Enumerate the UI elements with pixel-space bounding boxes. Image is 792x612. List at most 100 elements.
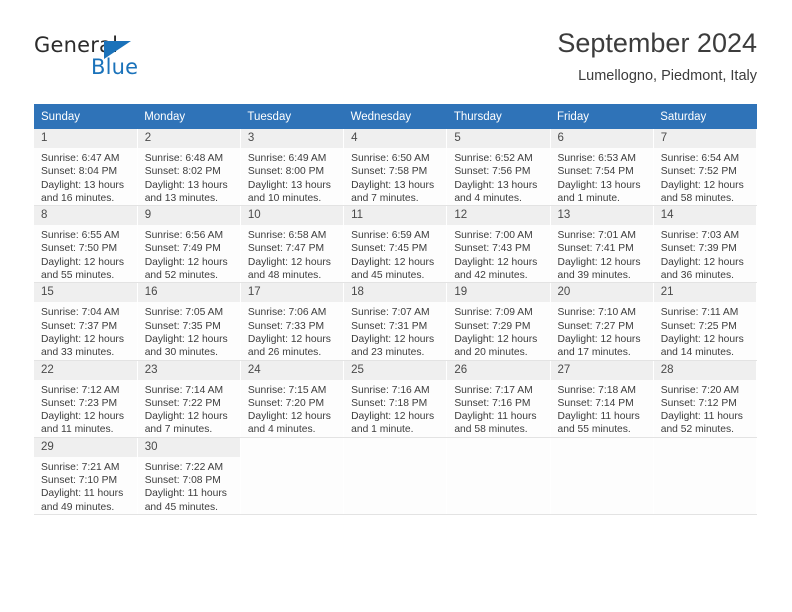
- calendar-day-cell[interactable]: 2 Sunrise: 6:48 AM Sunset: 8:02 PM Daylight…: [137, 129, 241, 207]
- calendar-day-cell[interactable]: 7 Sunrise: 6:54 AM Sunset: 7:52 PM Daylight…: [653, 129, 758, 207]
- day-details: Sunrise: 6:59 AM Sunset: 7:45 PM Daylight:…: [344, 225, 446, 282]
- sunrise-time: Sunrise: 7:10 AM: [557, 307, 636, 319]
- sunset-time: Sunset: 7:47 PM: [247, 243, 325, 255]
- sunrise-time: Sunrise: 7:07 AM: [351, 307, 430, 319]
- day-details: Sunrise: 7:05 AM Sunset: 7:35 PM Daylight:…: [138, 302, 240, 359]
- sunset-time: Sunset: 7:35 PM: [144, 320, 221, 332]
- day-number: 22: [34, 360, 137, 380]
- calendar-day-cell[interactable]: 10 Sunrise: 6:58 AM Sunset: 7:47 PM Dayligh…: [240, 205, 345, 284]
- day-number: 25: [344, 360, 447, 380]
- daylight-duration-line2: and 1 minute.: [557, 192, 620, 204]
- sunrise-time: Sunrise: 6:52 AM: [454, 153, 533, 164]
- day-details: Sunrise: 7:20 AM Sunset: 7:12 PM Daylight:…: [654, 380, 756, 437]
- sunrise-time: Sunrise: 7:14 AM: [144, 384, 224, 396]
- daylight-duration-line1: Daylight: 12 hours: [351, 333, 435, 345]
- sunrise-time: Sunrise: 6:59 AM: [351, 230, 430, 242]
- day-number: [654, 438, 756, 457]
- calendar-day-cell[interactable]: 25 Sunrise: 7:16 AM Sunset: 7:18 PM Dayligh…: [343, 360, 448, 438]
- calendar-week-row: 1 Sunrise: 6:47 AM Sunset: 8:04 PM Daylight…: [34, 129, 758, 207]
- day-details: [241, 457, 343, 461]
- calendar-day-cell[interactable]: 3 Sunrise: 6:49 AM Sunset: 8:00 PM Daylight…: [240, 129, 345, 207]
- calendar-day-cell[interactable]: 6 Sunrise: 6:53 AM Sunset: 7:54 PM Daylight…: [550, 129, 654, 207]
- calendar-day-cell[interactable]: 28 Sunrise: 7:20 AM Sunset: 7:12 PM Dayligh…: [653, 360, 758, 438]
- sunrise-time: Sunrise: 6:47 AM: [41, 153, 120, 164]
- sunrise-time: Sunrise: 7:00 AM: [454, 230, 533, 242]
- calendar-day-cell[interactable]: 20 Sunrise: 7:10 AM Sunset: 7:27 PM Dayligh…: [550, 282, 654, 361]
- weekday-header-sunday: Sunday: [34, 104, 138, 129]
- day-details: [654, 457, 756, 461]
- calendar-day-cell[interactable]: 5 Sunrise: 6:52 AM Sunset: 7:56 PM Daylight…: [446, 129, 551, 207]
- calendar-week-row: 22 Sunrise: 7:12 AM Sunset: 7:23 PM Dayligh…: [34, 360, 758, 438]
- sunset-time: Sunset: 7:37 PM: [41, 320, 118, 332]
- day-number: 15: [34, 283, 137, 303]
- calendar-day-cell[interactable]: 30 Sunrise: 7:22 AM Sunset: 7:08 PM Dayligh…: [137, 437, 241, 515]
- weekday-header-monday: Monday: [137, 104, 241, 129]
- calendar-day-cell[interactable]: 14 Sunrise: 7:03 AM Sunset: 7:39 PM Dayligh…: [653, 205, 758, 284]
- calendar-day-cell[interactable]: 12 Sunrise: 7:00 AM Sunset: 7:43 PM Dayligh…: [446, 205, 551, 284]
- calendar-day-cell[interactable]: 16 Sunrise: 7:05 AM Sunset: 7:35 PM Dayligh…: [137, 282, 241, 361]
- daylight-duration-line1: Daylight: 12 hours: [41, 411, 124, 423]
- sunrise-time: Sunrise: 7:17 AM: [454, 384, 533, 396]
- sunset-time: Sunset: 7:56 PM: [454, 166, 531, 178]
- calendar-day-cell[interactable]: 11 Sunrise: 6:59 AM Sunset: 7:45 PM Dayligh…: [343, 205, 448, 284]
- page-title: September 2024: [557, 28, 757, 58]
- day-number: 23: [137, 360, 240, 380]
- sunrise-time: Sunrise: 6:56 AM: [144, 230, 224, 242]
- calendar-day-cell[interactable]: 19 Sunrise: 7:09 AM Sunset: 7:29 PM Dayligh…: [446, 282, 551, 361]
- day-number: 7: [653, 129, 756, 148]
- day-number: 8: [34, 206, 137, 226]
- calendar-day-cell[interactable]: 29 Sunrise: 7:21 AM Sunset: 7:10 PM Dayligh…: [34, 437, 138, 515]
- day-number: 2: [137, 129, 240, 148]
- calendar-day-cell[interactable]: 13 Sunrise: 7:01 AM Sunset: 7:41 PM Dayligh…: [550, 205, 654, 284]
- day-details: Sunrise: 7:03 AM Sunset: 7:39 PM Daylight:…: [654, 225, 756, 282]
- day-number: [241, 438, 343, 457]
- day-details: [344, 457, 446, 461]
- day-details: Sunrise: 7:17 AM Sunset: 7:16 PM Daylight:…: [447, 380, 549, 437]
- sunset-time: Sunset: 7:20 PM: [247, 397, 325, 409]
- sunset-time: Sunset: 7:25 PM: [660, 320, 737, 332]
- daylight-duration-line1: Daylight: 12 hours: [660, 256, 744, 268]
- daylight-duration-line2: and 20 minutes.: [454, 347, 528, 359]
- calendar-header-row: Sunday Monday Tuesday Wednesday Thursday…: [34, 104, 757, 129]
- day-number: 30: [137, 437, 240, 457]
- calendar-day-cell[interactable]: 9 Sunrise: 6:56 AM Sunset: 7:49 PM Daylight…: [137, 205, 241, 284]
- calendar-cell-empty: [446, 437, 551, 515]
- generalblue-logo[interactable]: General Blue: [34, 33, 244, 85]
- day-details: Sunrise: 7:16 AM Sunset: 7:18 PM Daylight:…: [344, 380, 446, 437]
- day-details: [551, 457, 653, 461]
- sunset-time: Sunset: 7:54 PM: [557, 166, 634, 178]
- calendar-day-cell[interactable]: 15 Sunrise: 7:04 AM Sunset: 7:37 PM Dayligh…: [34, 282, 138, 361]
- daylight-duration-line1: Daylight: 12 hours: [351, 256, 435, 268]
- daylight-duration-line1: Daylight: 12 hours: [247, 411, 331, 423]
- sunrise-time: Sunrise: 7:01 AM: [557, 230, 636, 242]
- calendar-day-cell[interactable]: 18 Sunrise: 7:07 AM Sunset: 7:31 PM Dayligh…: [343, 282, 448, 361]
- daylight-duration-line1: Daylight: 12 hours: [660, 179, 744, 191]
- daylight-duration-line1: Daylight: 12 hours: [351, 411, 435, 423]
- weekday-header-saturday: Saturday: [653, 104, 757, 129]
- calendar-day-cell[interactable]: 26 Sunrise: 7:17 AM Sunset: 7:16 PM Dayligh…: [446, 360, 551, 438]
- sunset-time: Sunset: 7:50 PM: [41, 243, 118, 255]
- calendar-day-cell[interactable]: 8 Sunrise: 6:55 AM Sunset: 7:50 PM Daylight…: [34, 205, 138, 284]
- daylight-duration-line2: and 52 minutes.: [144, 270, 218, 282]
- day-details: Sunrise: 6:54 AM Sunset: 7:52 PM Daylight:…: [654, 148, 756, 205]
- calendar-day-cell[interactable]: 21 Sunrise: 7:11 AM Sunset: 7:25 PM Dayligh…: [653, 282, 758, 361]
- daylight-duration-line2: and 58 minutes.: [660, 192, 734, 204]
- calendar-day-cell[interactable]: 23 Sunrise: 7:14 AM Sunset: 7:22 PM Dayligh…: [137, 360, 241, 438]
- weekday-header-friday: Friday: [550, 104, 654, 129]
- sunset-time: Sunset: 7:41 PM: [557, 243, 634, 255]
- daylight-duration-line2: and 55 minutes.: [41, 270, 115, 282]
- sunrise-time: Sunrise: 7:16 AM: [351, 384, 430, 396]
- day-number: 27: [550, 360, 653, 380]
- calendar-day-cell[interactable]: 1 Sunrise: 6:47 AM Sunset: 8:04 PM Daylight…: [34, 129, 138, 207]
- sunrise-time: Sunrise: 7:15 AM: [247, 384, 327, 396]
- daylight-duration-line2: and 10 minutes.: [247, 192, 322, 204]
- daylight-duration-line1: Daylight: 11 hours: [660, 411, 743, 423]
- daylight-duration-line1: Daylight: 13 hours: [351, 179, 435, 191]
- calendar-day-cell[interactable]: 24 Sunrise: 7:15 AM Sunset: 7:20 PM Dayligh…: [240, 360, 345, 438]
- day-details: Sunrise: 6:55 AM Sunset: 7:50 PM Daylight:…: [34, 225, 137, 282]
- calendar-day-cell[interactable]: 27 Sunrise: 7:18 AM Sunset: 7:14 PM Dayligh…: [550, 360, 654, 438]
- calendar-day-cell[interactable]: 17 Sunrise: 7:06 AM Sunset: 7:33 PM Dayligh…: [240, 282, 345, 361]
- calendar-day-cell[interactable]: 22 Sunrise: 7:12 AM Sunset: 7:23 PM Dayligh…: [34, 360, 138, 438]
- sunrise-time: Sunrise: 7:03 AM: [660, 230, 740, 242]
- calendar-day-cell[interactable]: 4 Sunrise: 6:50 AM Sunset: 7:58 PM Daylight…: [343, 129, 448, 207]
